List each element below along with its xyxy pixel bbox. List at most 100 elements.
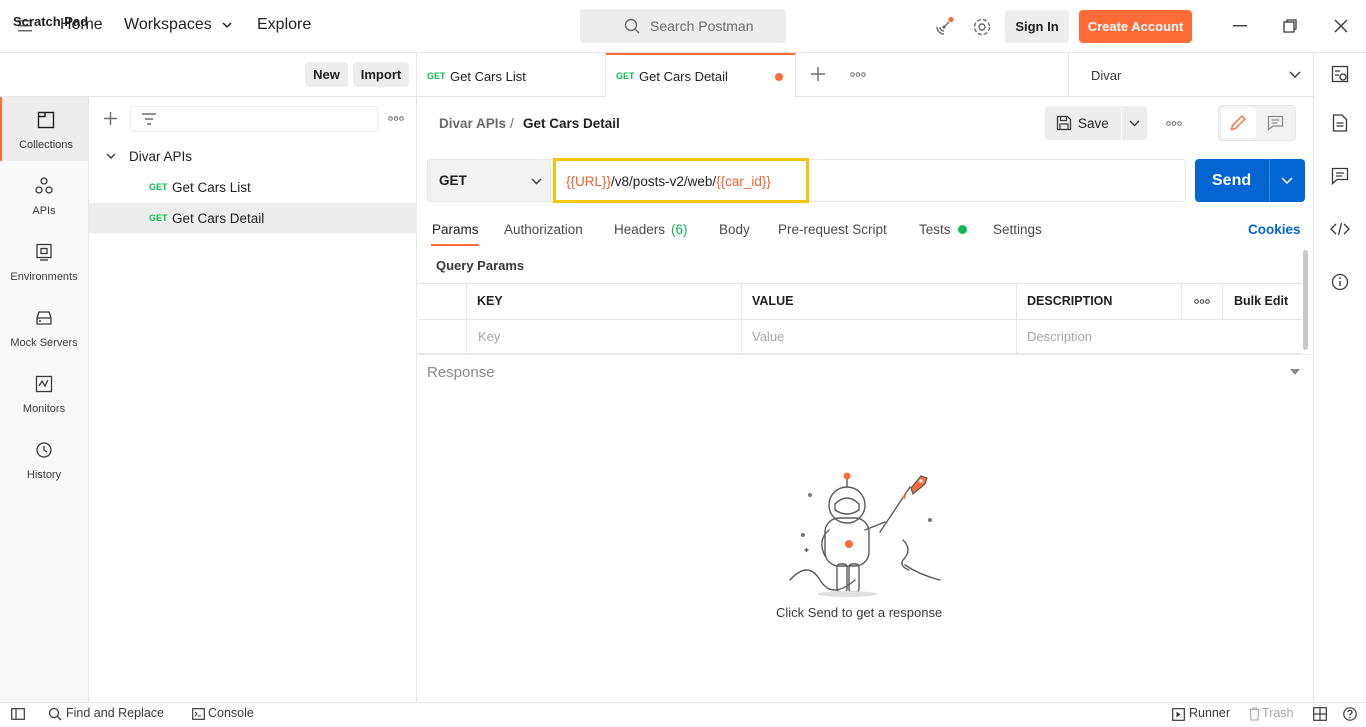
breadcrumb-collection[interactable]: Divar APIs	[439, 116, 506, 131]
sidebar-item-collections[interactable]: Collections	[0, 97, 88, 161]
collections-icon	[37, 111, 55, 129]
sidebar-item-label: Monitors	[22, 403, 66, 415]
trash-button[interactable]: Trash	[1262, 706, 1294, 720]
tab-settings[interactable]: Settings	[993, 222, 1042, 237]
description-input[interactable]: Description	[1027, 329, 1092, 344]
find-and-replace-button[interactable]: Find and Replace	[66, 706, 164, 720]
gear-icon[interactable]	[972, 17, 992, 37]
table-col-divider	[466, 283, 467, 353]
method-select[interactable]: GET	[427, 159, 551, 202]
layout-icon[interactable]	[1313, 707, 1327, 721]
tab-authorization[interactable]: Authorization	[504, 222, 583, 237]
table-border-top	[418, 283, 1302, 284]
scrollbar[interactable]	[1303, 250, 1308, 350]
tab-prerequest-script[interactable]: Pre-request Script	[778, 222, 887, 237]
sidebar-item-mock-servers[interactable]: Mock Servers	[0, 295, 88, 359]
send-label: Send	[1212, 172, 1252, 189]
sign-in-button[interactable]: Sign In	[1005, 10, 1069, 43]
sidebar-item-environments[interactable]: Environments	[0, 229, 88, 293]
search-icon	[48, 707, 62, 721]
search-input[interactable]: Search Postman	[580, 9, 786, 43]
request-name: Get Cars List	[172, 180, 251, 195]
tab-tests[interactable]: Tests	[919, 222, 951, 237]
more-options-icon[interactable]	[388, 116, 404, 121]
satellite-icon[interactable]	[934, 17, 954, 37]
documentation-icon[interactable]	[1332, 114, 1348, 132]
nav-workspaces[interactable]: Workspaces	[124, 16, 212, 34]
collection-divar-apis[interactable]: Divar APIs	[89, 141, 417, 171]
table-more-icon[interactable]	[1194, 299, 1210, 304]
close-icon[interactable]	[1334, 19, 1348, 33]
tab-body[interactable]: Body	[719, 222, 750, 237]
method-badge: GET	[616, 71, 635, 81]
code-icon[interactable]	[1330, 222, 1350, 236]
runner-button[interactable]: Runner	[1189, 706, 1230, 720]
value-input[interactable]: Value	[752, 329, 784, 344]
plus-icon[interactable]	[103, 111, 118, 126]
tab-headers[interactable]: Headers	[614, 222, 665, 237]
table-col-divider	[741, 283, 742, 353]
collection-name: Divar APIs	[129, 149, 193, 164]
filter-icon[interactable]	[141, 112, 157, 126]
caret-down-icon[interactable]	[1290, 369, 1300, 375]
sidebar-item-history[interactable]: History	[0, 427, 88, 491]
info-icon[interactable]	[1331, 273, 1349, 291]
column-header-value: VALUE	[752, 294, 794, 308]
trash-icon	[1249, 707, 1260, 721]
column-header-description: DESCRIPTION	[1027, 294, 1113, 308]
environment-label: Divar	[1091, 68, 1122, 83]
tab-get-cars-list[interactable]: GET Get Cars List	[417, 53, 606, 97]
new-tab-plus-icon[interactable]	[811, 67, 825, 81]
search-icon	[624, 18, 640, 34]
tab-get-cars-detail[interactable]: GET Get Cars Detail	[606, 53, 796, 98]
breadcrumb-separator: /	[510, 115, 514, 131]
environment-select[interactable]: Divar	[1069, 53, 1313, 97]
table-border-mid	[418, 319, 1302, 320]
sidebar-item-label: APIs	[32, 205, 56, 217]
tests-status-dot-icon	[958, 225, 967, 234]
create-account-button[interactable]: Create Account	[1079, 10, 1192, 43]
sidebar-item-monitors[interactable]: Monitors	[0, 361, 88, 425]
method-badge: GET	[149, 213, 168, 223]
send-button[interactable]: Send	[1195, 159, 1305, 202]
tab-label: Get Cars Detail	[639, 69, 728, 84]
request-more-icon[interactable]	[1166, 121, 1182, 126]
runner-icon	[1172, 708, 1185, 721]
tabs-more-icon[interactable]	[850, 72, 866, 77]
nav-explore[interactable]: Explore	[257, 16, 311, 34]
import-button[interactable]: Import	[353, 62, 409, 87]
environment-quick-look-icon[interactable]	[1331, 65, 1349, 83]
new-button[interactable]: New	[305, 62, 348, 87]
toggle-sidebar-icon[interactable]	[11, 708, 25, 720]
sidebar-item-apis[interactable]: APIs	[0, 163, 88, 227]
send-divider	[1269, 159, 1270, 202]
comments-icon[interactable]	[1331, 167, 1349, 185]
chevron-down-icon[interactable]	[1281, 177, 1293, 185]
save-label: Save	[1078, 116, 1109, 131]
headers-count: (6)	[671, 222, 688, 237]
table-col-divider	[1222, 283, 1223, 319]
tree-request-get-cars-detail[interactable]: GET Get Cars Detail	[89, 203, 417, 233]
response-hint: Click Send to get a response	[776, 605, 943, 620]
console-icon	[192, 708, 205, 720]
help-icon[interactable]	[1343, 707, 1357, 721]
column-header-key: KEY	[477, 294, 503, 308]
comment-icon	[1267, 115, 1284, 131]
save-button[interactable]: Save	[1045, 106, 1121, 140]
console-button[interactable]: Console	[208, 706, 254, 720]
tree-request-get-cars-list[interactable]: GET Get Cars List	[89, 172, 417, 202]
bulk-edit-button[interactable]: Bulk Edit	[1234, 294, 1288, 308]
tab-params[interactable]: Params	[432, 222, 479, 237]
save-icon	[1056, 115, 1072, 131]
breadcrumb-request[interactable]: Get Cars Detail	[523, 116, 620, 131]
filter-input[interactable]	[130, 106, 378, 132]
cookies-link[interactable]: Cookies	[1248, 222, 1301, 237]
url-highlight-box	[553, 158, 809, 203]
maximize-icon[interactable]	[1283, 19, 1297, 33]
minimize-icon[interactable]	[1233, 25, 1247, 27]
save-dropdown-button[interactable]	[1122, 106, 1147, 140]
response-divider	[418, 354, 1313, 355]
key-input[interactable]: Key	[478, 329, 500, 344]
edit-mode-button[interactable]	[1221, 108, 1256, 138]
comment-mode-button[interactable]	[1259, 108, 1293, 138]
